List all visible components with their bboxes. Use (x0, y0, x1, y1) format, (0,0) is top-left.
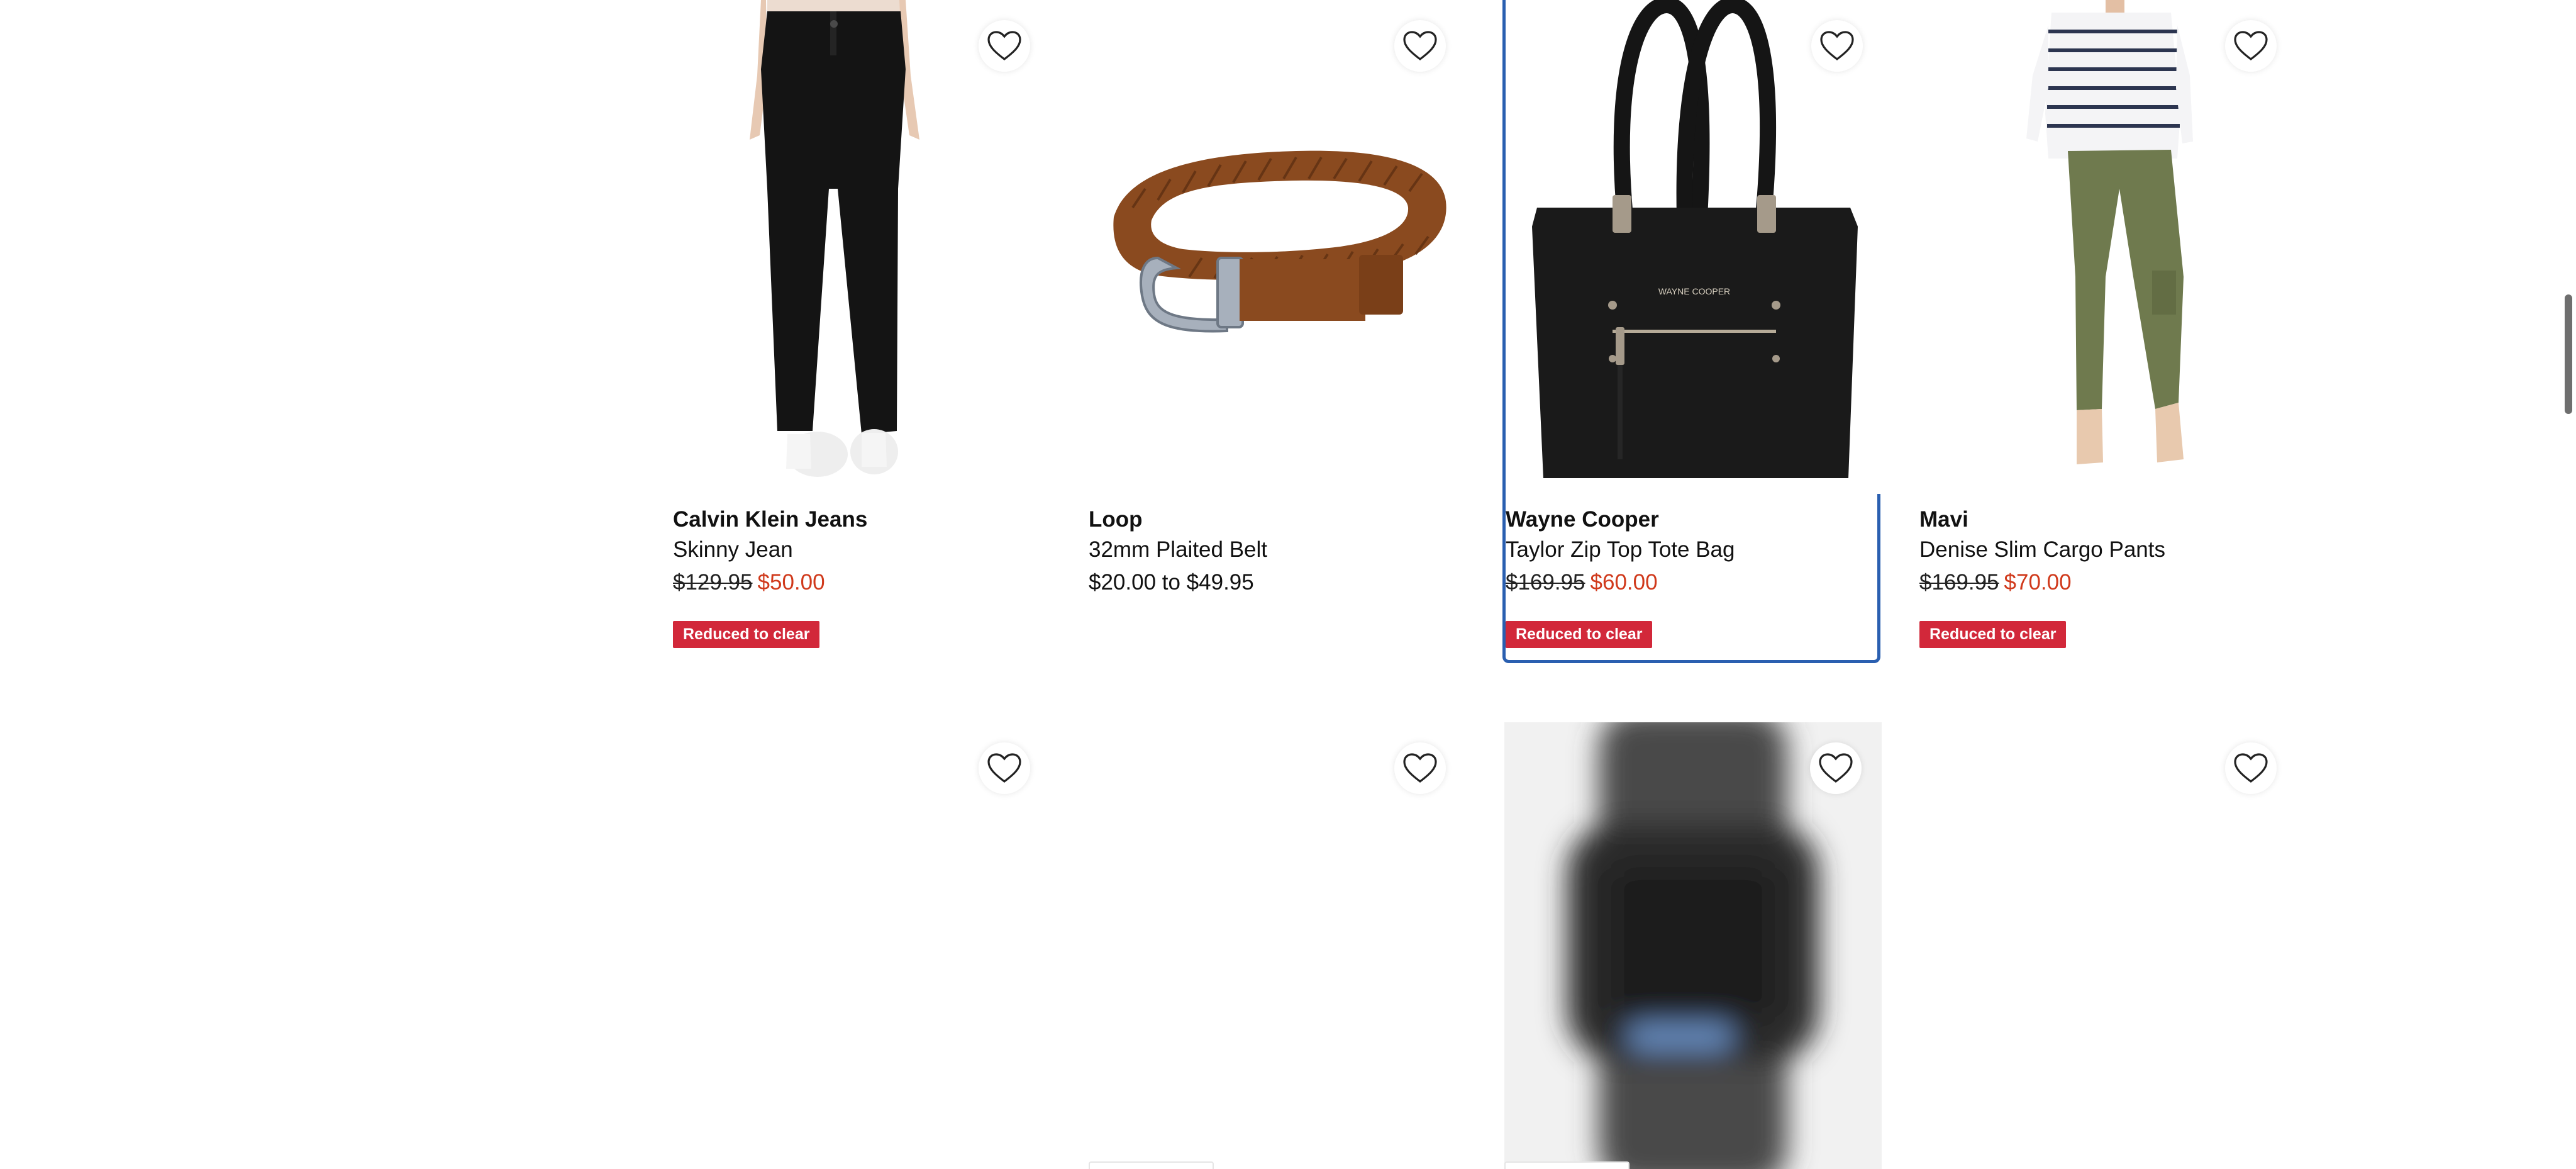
product-brand[interactable]: Loop (1089, 507, 1143, 532)
product-grid-page: Calvin Klein Jeans Skinny Jean $129.95 $5… (0, 0, 2576, 1169)
product-card[interactable] (1089, 722, 1466, 1169)
product-price: $169.95 $60.00 (1506, 570, 1658, 595)
product-card[interactable] (1919, 722, 2297, 1169)
product-card[interactable]: Calvin Klein Jeans Skinny Jean $129.95 $5… (673, 0, 1050, 661)
product-brand[interactable]: Calvin Klein Jeans (673, 507, 867, 532)
page-scrollbar[interactable] (2560, 0, 2576, 1169)
product-price-range: $20.00 to $49.95 (1089, 570, 1254, 595)
wishlist-button[interactable] (1811, 20, 1863, 72)
wishlist-button[interactable] (1810, 742, 1862, 794)
wishlist-button[interactable] (1394, 20, 1446, 72)
heart-outline-icon (2234, 753, 2268, 783)
heart-outline-icon (1403, 31, 1437, 61)
heart-outline-icon (987, 31, 1021, 61)
wishlist-button[interactable] (979, 20, 1030, 72)
original-price: $129.95 (673, 570, 753, 595)
product-name[interactable]: Denise Slim Cargo Pants (1919, 537, 2165, 562)
product-brand[interactable]: Wayne Cooper (1506, 507, 1659, 532)
product-image-jeans[interactable] (673, 0, 1050, 494)
product-brand[interactable]: Mavi (1919, 507, 1968, 532)
product-card[interactable]: Mavi Denise Slim Cargo Pants $169.95 $70.… (1919, 0, 2297, 661)
product-name[interactable]: Skinny Jean (673, 537, 793, 562)
heart-outline-icon (1819, 753, 1853, 783)
wishlist-button[interactable] (2225, 742, 2277, 794)
sale-price: $60.00 (1590, 570, 1658, 595)
product-name[interactable]: 32mm Plaited Belt (1089, 537, 1267, 562)
heart-outline-icon (1820, 31, 1854, 61)
wishlist-button[interactable] (2225, 20, 2277, 72)
bag-brand-logo: WAYNE COOPER (1658, 286, 1730, 296)
scrollbar-thumb[interactable] (2565, 294, 2572, 414)
product-price: $129.95 $50.00 (673, 570, 825, 595)
product-image-belt[interactable] (1089, 0, 1466, 494)
heart-outline-icon (2234, 31, 2268, 61)
original-price: $169.95 (1919, 570, 1999, 595)
product-price: $169.95 $70.00 (1919, 570, 2072, 595)
product-name[interactable]: Taylor Zip Top Tote Bag (1506, 537, 1735, 562)
sale-price: $50.00 (757, 570, 825, 595)
loading-badge-placeholder (1504, 1161, 1629, 1169)
wishlist-button[interactable] (1394, 742, 1446, 794)
product-card[interactable] (673, 722, 1050, 1169)
heart-outline-icon (1403, 753, 1437, 783)
product-image-cargo-pants[interactable] (1919, 0, 2297, 494)
sale-badge: Reduced to clear (673, 621, 820, 648)
product-image-tote-bag[interactable]: WAYNE COOPER (1506, 0, 1883, 494)
original-price: $169.95 (1506, 570, 1585, 595)
product-card[interactable]: WAYNE COOPER Wayne Cooper Taylor Zip Top… (1502, 0, 1883, 663)
sale-badge: Reduced to clear (1919, 621, 2067, 648)
wishlist-button[interactable] (979, 742, 1030, 794)
product-card[interactable]: Loop 32mm Plaited Belt $20.00 to $49.95 (1089, 0, 1466, 661)
loading-badge-placeholder (1089, 1161, 1214, 1169)
sale-badge: Reduced to clear (1506, 621, 1653, 648)
product-card[interactable] (1504, 722, 1882, 1169)
sale-price: $70.00 (2004, 570, 2072, 595)
heart-outline-icon (987, 753, 1021, 783)
